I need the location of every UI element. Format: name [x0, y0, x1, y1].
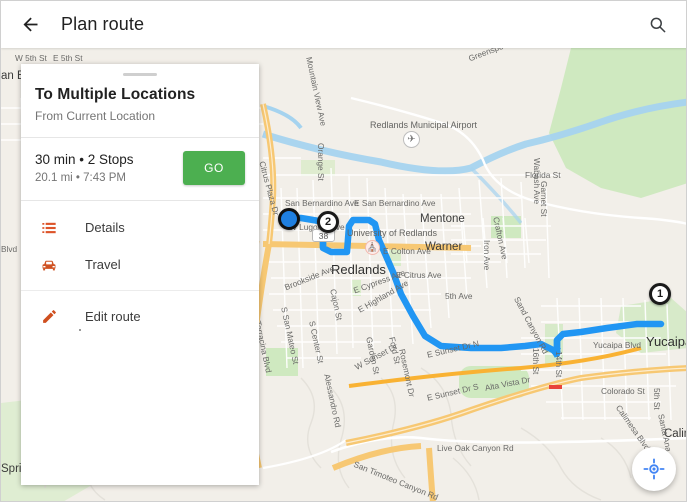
stop-marker-1-label: 1: [656, 288, 664, 300]
route-card-panel: To Multiple Locations From Current Locat…: [21, 64, 259, 485]
destination-title: To Multiple Locations: [35, 86, 196, 103]
my-location-icon: [643, 458, 665, 480]
stop-marker-1[interactable]: 1: [649, 283, 671, 305]
panel-speck: [79, 329, 81, 331]
origin-marker[interactable]: [278, 208, 300, 230]
route-header: To Multiple Locations From Current Locat…: [21, 76, 259, 137]
university-icon: ⛪: [365, 240, 380, 255]
eta-duration-stops: 30 min • 2 Stops: [35, 152, 134, 167]
arrow-back-icon: [23, 17, 37, 32]
stop-marker-2[interactable]: 2: [317, 211, 339, 233]
stop-marker-2-label: 2: [324, 216, 332, 228]
menu-item-details[interactable]: Details: [21, 209, 259, 246]
car-icon: [37, 253, 61, 277]
app-bar: Plan route: [1, 1, 686, 48]
eta-text-group: 30 min • 2 Stops 20.1 mi • 7:43 PM: [35, 152, 183, 184]
search-icon: [650, 17, 665, 33]
menu-item-edit-route-label: Edit route: [85, 309, 141, 324]
eta-distance-arrival: 20.1 mi • 7:43 PM: [35, 172, 126, 184]
my-location-button[interactable]: [632, 447, 676, 491]
page-title: Plan route: [61, 14, 145, 34]
route-actions-menu: Details Travel Edit route: [21, 201, 259, 335]
origin-subtitle: From Current Location: [35, 109, 156, 123]
menu-item-travel[interactable]: Travel: [21, 246, 259, 283]
menu-item-details-label: Details: [85, 220, 125, 235]
airport-icon: ✈: [403, 131, 420, 148]
back-button[interactable]: [7, 2, 53, 48]
plan-route-screen: W 5th StE 5th St3rd Stan BSprinRedlands …: [0, 0, 687, 502]
menu-divider: [21, 290, 259, 291]
go-button[interactable]: GO: [183, 151, 245, 185]
menu-item-travel-label: Travel: [85, 257, 121, 272]
panel-empty-area: [21, 329, 259, 485]
pencil-icon: [37, 305, 61, 329]
eta-row: 30 min • 2 Stops 20.1 mi • 7:43 PM GO: [21, 138, 259, 200]
list-icon: [37, 216, 61, 240]
search-button[interactable]: [634, 2, 680, 48]
menu-item-edit-route[interactable]: Edit route: [21, 298, 259, 335]
